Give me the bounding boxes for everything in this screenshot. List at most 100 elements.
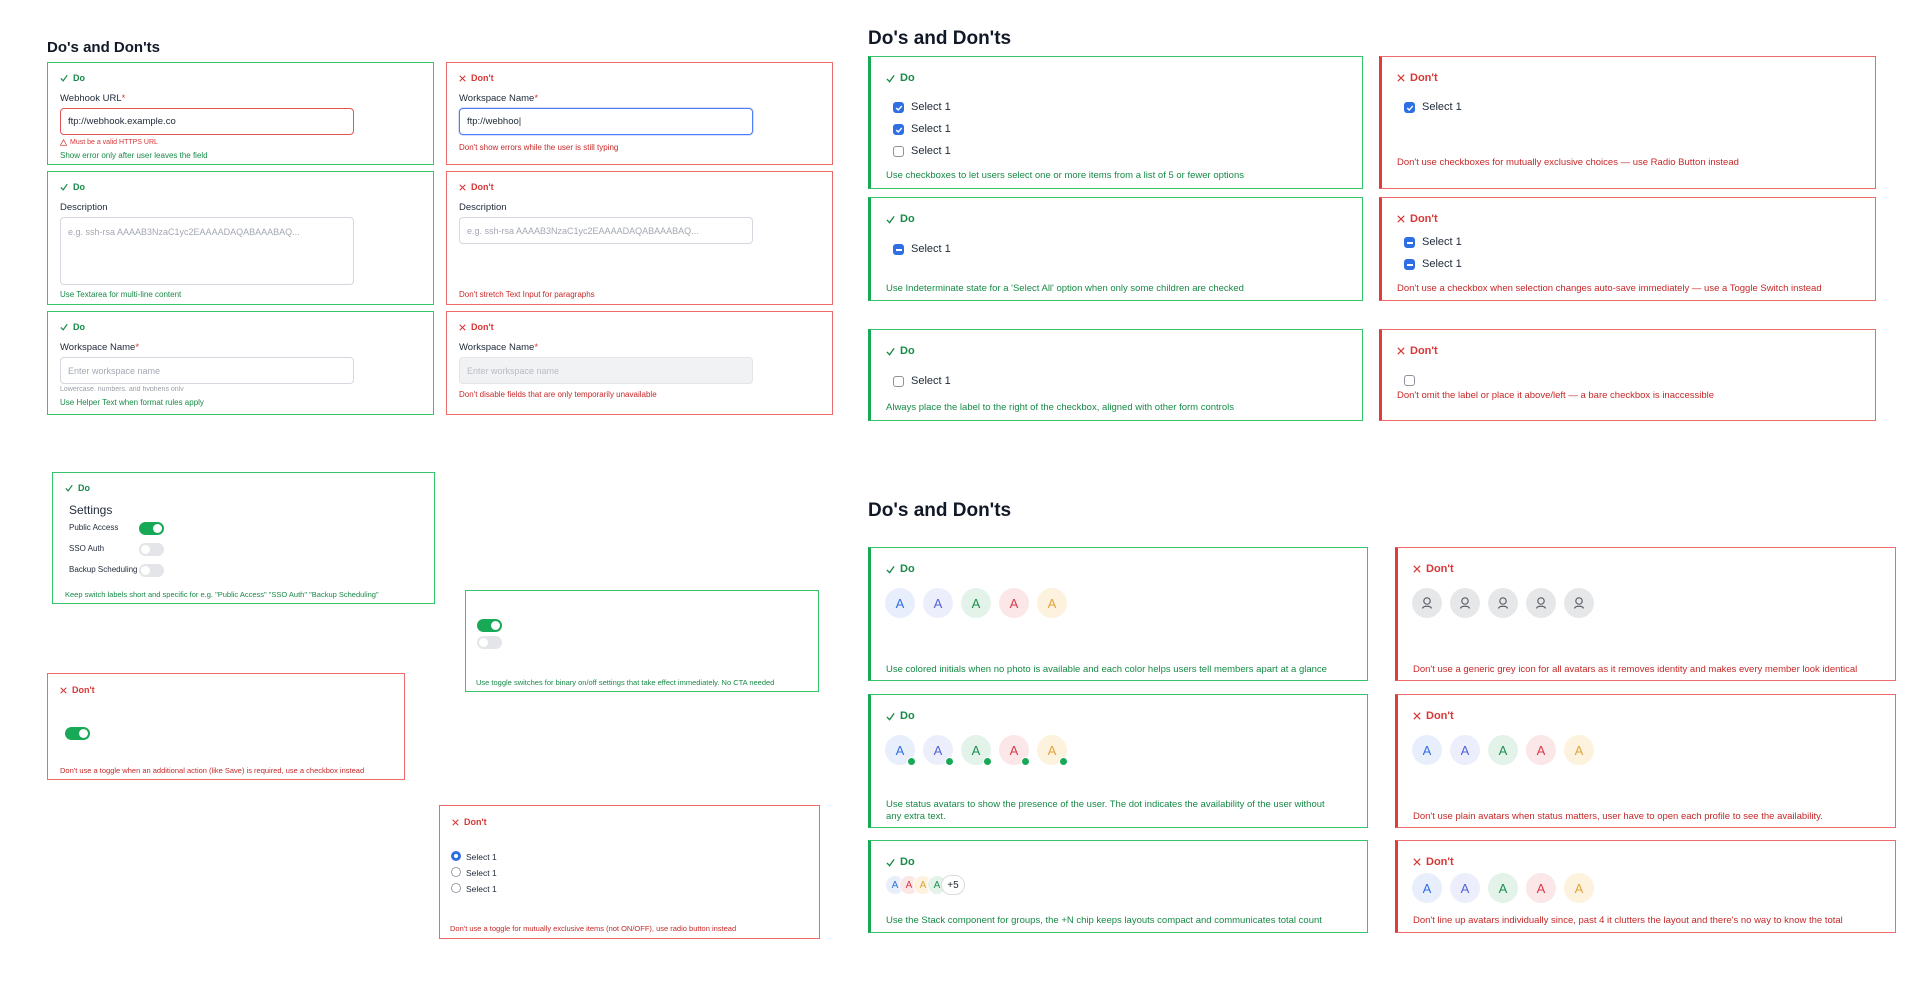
- checkbox-do-card-1: Do Select 1 Select 1 Select 1 Use checkb…: [868, 56, 1363, 189]
- x-icon: [459, 74, 466, 82]
- text-input-dont-card-1: Don't Workspace Name* ftp://webhoo| Don'…: [446, 62, 833, 165]
- card-caption: Use toggle switches for binary on/off se…: [476, 678, 775, 687]
- checkbox-label: Select 1: [911, 243, 951, 255]
- checkbox-dont-card-1: Don't Select 1 Don't use checkboxes for …: [1379, 56, 1876, 189]
- check-icon: [60, 183, 68, 191]
- card-caption: Use checkboxes to let users select one o…: [886, 170, 1244, 181]
- checkbox-checked[interactable]: [893, 102, 904, 113]
- checkbox-unchecked[interactable]: [893, 376, 904, 387]
- avatar-dont-card-1: Don't Don't use a generic grey icon for …: [1395, 547, 1896, 681]
- card-caption: Always place the label to the right of t…: [886, 402, 1234, 413]
- settings-title: Settings: [69, 503, 113, 517]
- workspace-name-input[interactable]: Enter workspace name: [60, 357, 354, 384]
- toggle-on[interactable]: [65, 727, 90, 740]
- text-input-dont-card-2: Don't Description e.g. ssh-rsa AAAAB3Nza…: [446, 171, 833, 305]
- status-dot: [945, 757, 954, 766]
- x-icon: [1413, 712, 1421, 720]
- card-caption: Don't use a toggle when an additional ac…: [60, 766, 365, 775]
- avatar: A: [1450, 735, 1480, 765]
- avatar: A: [923, 588, 953, 618]
- dont-label: Don't: [471, 182, 494, 192]
- radio-unselected[interactable]: [451, 867, 461, 877]
- toggle-do-card-binary: Use toggle switches for binary on/off se…: [465, 590, 819, 692]
- avatar: A: [1412, 735, 1442, 765]
- do-label: Do: [900, 710, 915, 722]
- avatar: A: [1488, 735, 1518, 765]
- do-label: Do: [900, 72, 915, 84]
- status-dot: [1021, 757, 1030, 766]
- toggle-do-card-labels: Do Settings Public Access SSO Auth Backu…: [52, 472, 435, 604]
- backup-scheduling-toggle[interactable]: [139, 564, 164, 577]
- checkbox-label: Select 1: [1422, 101, 1462, 113]
- check-icon: [886, 347, 895, 356]
- workspace-name-input[interactable]: ftp://webhoo|: [459, 108, 753, 135]
- do-label: Do: [900, 856, 915, 868]
- checkbox-unchecked[interactable]: [893, 146, 904, 157]
- checkbox-label: Select 1: [1422, 258, 1462, 270]
- check-icon: [886, 858, 895, 867]
- field-label: Webhook URL*: [60, 93, 126, 104]
- do-label: Do: [73, 322, 85, 332]
- text-input-do-card-3: Do Workspace Name* Enter workspace name …: [47, 311, 434, 415]
- checkbox-unchecked[interactable]: [1404, 375, 1415, 386]
- avatar: A: [1564, 735, 1594, 765]
- card-caption: Use Textarea for multi-line content: [60, 290, 182, 299]
- toggle-dont-card-radio: Don't Select 1 Select 1 Select 1 Don't u…: [439, 805, 820, 939]
- avatar: A: [1526, 873, 1556, 903]
- avatar-do-card-2: Do A A A A A Use status avatars to show …: [868, 694, 1368, 828]
- check-icon: [886, 565, 895, 574]
- radio-label: Select 1: [466, 884, 497, 894]
- checkbox-label: Select 1: [1422, 236, 1462, 248]
- toggle-on[interactable]: [477, 619, 502, 632]
- card-caption: any extra text.: [886, 811, 946, 822]
- card-caption: Don't use a generic grey icon for all av…: [1413, 664, 1858, 675]
- field-label: Description: [459, 202, 507, 213]
- checkbox-indeterminate[interactable]: [1404, 237, 1415, 248]
- checkbox-indeterminate[interactable]: [893, 244, 904, 255]
- radio-label: Select 1: [466, 868, 497, 878]
- checkbox-dont-card-2: Don't Select 1 Select 1 Don't use a chec…: [1379, 197, 1876, 301]
- checkmark-icon: [1406, 105, 1413, 111]
- toggle-label-public-access: Public Access: [69, 523, 119, 532]
- checkmark-icon: [895, 127, 902, 133]
- card-caption: Don't line up avatars individually since…: [1413, 915, 1843, 926]
- radio-selected[interactable]: [451, 851, 461, 861]
- overflow-chip[interactable]: +5: [941, 875, 965, 895]
- description-textarea[interactable]: e.g. ssh-rsa AAAAB3NzaC1yc2EAAAADAQABAAA…: [60, 217, 354, 285]
- checkbox-indeterminate[interactable]: [1404, 259, 1415, 270]
- avatar-dont-card-3: Don't A A A A A Don't line up avatars in…: [1395, 840, 1896, 933]
- text-input-do-card-1: Do Webhook URL* ftp://webhook.example.co…: [47, 62, 434, 165]
- avatar-dont-card-2: Don't A A A A A Don't use plain avatars …: [1395, 694, 1896, 828]
- checkmark-icon: [895, 105, 902, 111]
- public-access-toggle[interactable]: [139, 522, 164, 535]
- description-input[interactable]: e.g. ssh-rsa AAAAB3NzaC1yc2EAAAADAQABAAA…: [459, 217, 753, 244]
- dash-icon: [895, 248, 902, 251]
- toggle-label-sso-auth: SSO Auth: [69, 544, 105, 553]
- checkbox-checked[interactable]: [893, 124, 904, 135]
- webhook-url-input[interactable]: ftp://webhook.example.co: [60, 108, 354, 135]
- avatar: A: [1526, 735, 1556, 765]
- card-caption: Don't stretch Text Input for paragraphs: [459, 290, 595, 299]
- x-icon: [1397, 74, 1405, 82]
- avatar: A: [885, 588, 915, 618]
- toggle-label-backup-scheduling: Backup Scheduling: [69, 565, 138, 574]
- checkbox-dont-card-3: Don't Don't omit the label or place it a…: [1379, 329, 1876, 421]
- user-icon: [1488, 588, 1518, 618]
- dont-label: Don't: [72, 685, 95, 695]
- radio-unselected[interactable]: [451, 883, 461, 893]
- do-label: Do: [78, 483, 90, 493]
- card-caption: Show error only after user leaves the fi…: [60, 151, 208, 160]
- checkbox-label: Select 1: [911, 145, 951, 157]
- dont-label: Don't: [1410, 213, 1438, 225]
- sso-auth-toggle[interactable]: [139, 543, 164, 556]
- checkbox-label: Select 1: [911, 123, 951, 135]
- status-dot: [907, 757, 916, 766]
- card-caption: Use Indeterminate state for a 'Select Al…: [886, 283, 1244, 294]
- field-label: Workspace Name*: [459, 93, 539, 104]
- checkbox-label: Select 1: [911, 375, 951, 387]
- x-icon: [1397, 347, 1405, 355]
- toggle-off[interactable]: [477, 636, 502, 649]
- checkbox-checked[interactable]: [1404, 102, 1415, 113]
- dash-icon: [1406, 241, 1413, 244]
- status-dot: [1059, 757, 1068, 766]
